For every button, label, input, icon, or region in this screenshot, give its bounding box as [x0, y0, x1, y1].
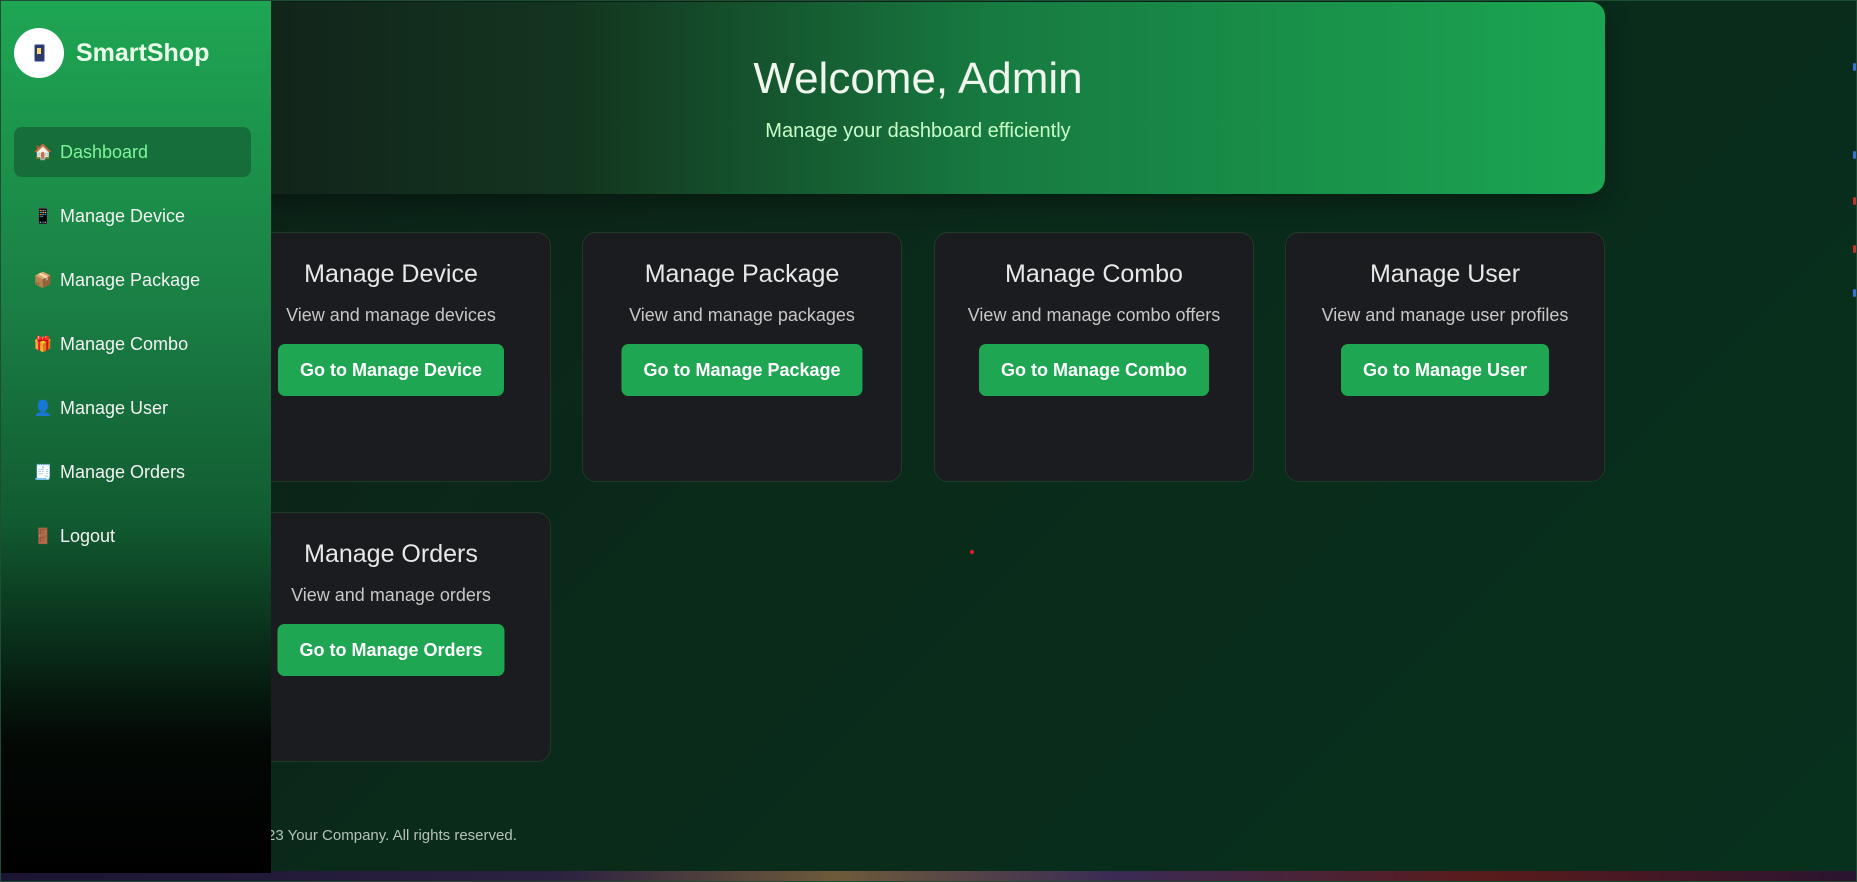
- home-icon: 🏠: [33, 144, 53, 161]
- brand-name: SmartShop: [76, 38, 210, 67]
- card-manage-device: Manage Device View and manage devices Go…: [231, 232, 551, 482]
- sidebar-item-label: Logout: [60, 525, 116, 546]
- card-title: Manage Orders: [304, 540, 478, 568]
- sidebar-item-label: Manage Device: [60, 205, 186, 226]
- package-icon: 📦: [33, 272, 53, 289]
- card-description: View and manage devices: [286, 305, 496, 325]
- go-to-manage-combo-button[interactable]: Go to Manage Combo: [979, 344, 1209, 396]
- sidebar-item-label: Dashboard: [60, 141, 149, 162]
- card-manage-orders: Manage Orders View and manage orders Go …: [231, 512, 551, 762]
- card-description: View and manage combo offers: [967, 305, 1221, 325]
- red-dot: [970, 550, 974, 554]
- sidebar: SmartShop 🏠 Dashboard 📱 Manage Device 📦 …: [1, 1, 271, 873]
- sidebar-item-logout[interactable]: 🚪 Logout: [14, 511, 251, 561]
- card-title: Manage Device: [304, 260, 478, 288]
- door-icon: 🚪: [33, 528, 53, 545]
- go-to-manage-device-button[interactable]: Go to Manage Device: [277, 344, 505, 396]
- sidebar-item-dashboard[interactable]: 🏠 Dashboard: [14, 127, 251, 177]
- phone-icon: [33, 44, 45, 62]
- card-description: View and manage orders: [291, 585, 491, 605]
- gift-icon: 🎁: [33, 336, 53, 353]
- sidebar-item-manage-user[interactable]: 👤 Manage User: [14, 383, 251, 433]
- card-title: Manage Package: [644, 260, 840, 288]
- welcome-banner: Welcome, Admin Manage your dashboard eff…: [231, 2, 1605, 194]
- card-manage-combo: Manage Combo View and manage combo offer…: [934, 232, 1254, 482]
- go-to-manage-package-button[interactable]: Go to Manage Package: [621, 344, 863, 396]
- sidebar-item-label: Manage User: [60, 397, 169, 418]
- brand-logo: [14, 28, 64, 78]
- go-to-manage-user-button[interactable]: Go to Manage User: [1340, 344, 1550, 396]
- sidebar-item-manage-orders[interactable]: 🧾 Manage Orders: [14, 447, 251, 497]
- sidebar-item-manage-package[interactable]: 📦 Manage Package: [14, 255, 251, 305]
- brand[interactable]: SmartShop: [14, 28, 209, 78]
- app-window: SmartShop 🏠 Dashboard 📱 Manage Device 📦 …: [0, 0, 1857, 882]
- sidebar-item-manage-combo[interactable]: 🎁 Manage Combo: [14, 319, 251, 369]
- mobile-phone-icon: 📱: [33, 208, 53, 225]
- card-manage-user: Manage User View and manage user profile…: [1285, 232, 1605, 482]
- desktop-strip: [1, 871, 1856, 881]
- go-to-manage-orders-button[interactable]: Go to Manage Orders: [277, 624, 505, 676]
- footer-copyright: 23 Your Company. All rights reserved.: [267, 827, 517, 844]
- receipt-icon: 🧾: [33, 464, 53, 481]
- sidebar-nav: 🏠 Dashboard 📱 Manage Device 📦 Manage Pac…: [14, 127, 251, 575]
- card-manage-package: Manage Package View and manage packages …: [582, 232, 902, 482]
- sidebar-item-label: Manage Orders: [60, 461, 186, 482]
- card-title: Manage User: [1369, 260, 1521, 288]
- card-title: Manage Combo: [1005, 260, 1183, 288]
- page-title: Welcome, Admin: [753, 54, 1083, 103]
- user-icon: 👤: [33, 400, 53, 417]
- sidebar-item-label: Manage Package: [60, 269, 201, 290]
- sidebar-item-manage-device[interactable]: 📱 Manage Device: [14, 191, 251, 241]
- page-subtitle: Manage your dashboard efficiently: [765, 120, 1071, 142]
- card-description: View and manage user profiles: [1321, 305, 1569, 325]
- sidebar-item-label: Manage Combo: [60, 333, 189, 354]
- card-description: View and manage packages: [629, 305, 855, 325]
